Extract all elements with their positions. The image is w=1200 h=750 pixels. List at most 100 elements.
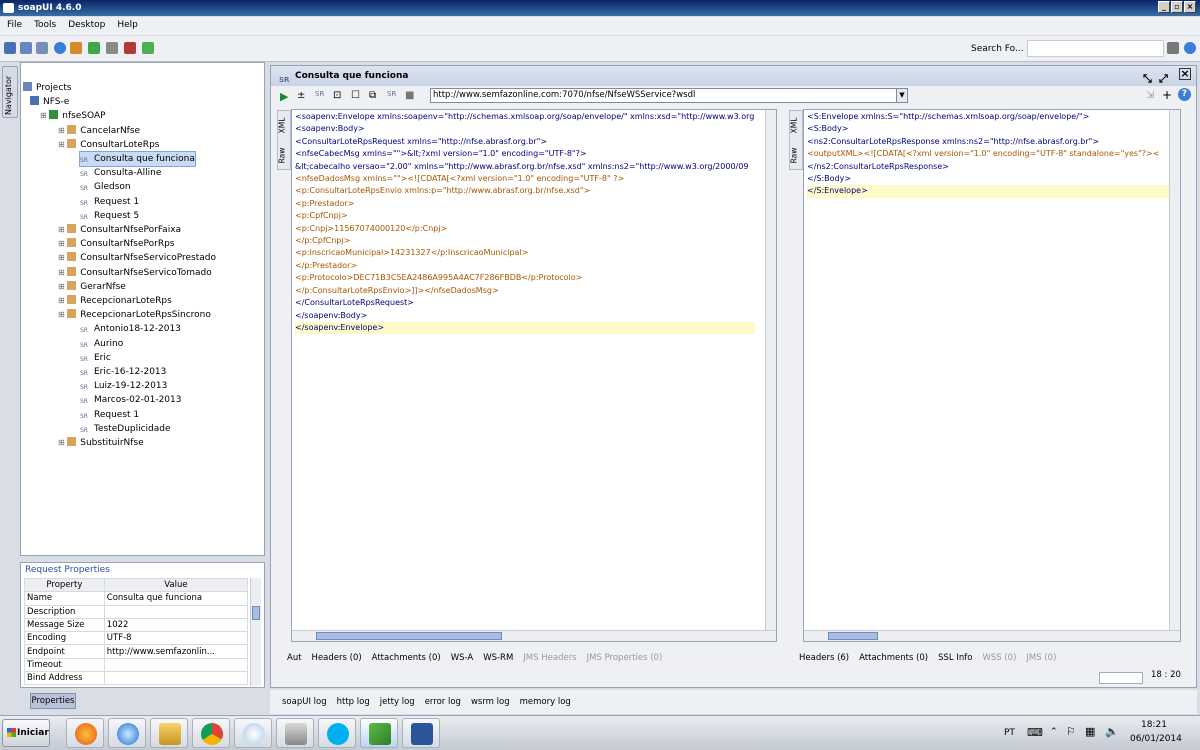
tree-item[interactable]: ⊞ nfseSOAP: [40, 109, 106, 123]
property-row[interactable]: Endpoint http://www.semfazonlin...: [24, 644, 249, 659]
tree-item[interactable]: ⊞ CancelarNfse: [58, 124, 140, 138]
property-row[interactable]: Timeout: [24, 657, 249, 673]
tree-item[interactable]: ⊞ ConsultarNfseServicoPrestado: [58, 251, 216, 265]
expand-icon[interactable]: ⊞: [58, 126, 67, 135]
tree-item[interactable]: SR Gledson: [80, 180, 131, 194]
response-xml-tab[interactable]: XML: [789, 118, 798, 134]
editor-tab[interactable]: WSS (0): [982, 653, 1016, 663]
keyboard-icon[interactable]: ⌨: [1027, 726, 1043, 739]
request-xml-tab[interactable]: XML: [277, 118, 286, 134]
tree-item[interactable]: SR Request 1: [80, 408, 139, 422]
trial-icon[interactable]: [70, 42, 82, 54]
response-xml-pane[interactable]: <S:Envelope xmlns:S="http://schemas.xmls…: [803, 109, 1181, 642]
tree-item[interactable]: ⊞ ConsultarNfsePorRps: [58, 237, 174, 251]
request-v-scrollbar[interactable]: [765, 110, 776, 630]
start-button[interactable]: Iniciar: [2, 719, 50, 747]
taskbar-ie[interactable]: [108, 718, 146, 748]
proxy-icon[interactable]: [124, 42, 136, 54]
editor-tab[interactable]: JMS Properties (0): [587, 653, 663, 663]
editor-tab[interactable]: Headers (0): [312, 653, 362, 663]
copy-icon[interactable]: ⧉: [369, 90, 376, 101]
tree-item[interactable]: ⊞ ConsultarLoteRps: [58, 138, 159, 152]
properties-button[interactable]: Properties: [30, 693, 76, 709]
tree-item[interactable]: Projects: [23, 81, 71, 95]
detach-icon[interactable]: ⤢: [1159, 69, 1168, 89]
expand-icon[interactable]: ⊞: [58, 438, 67, 447]
tree-item[interactable]: SR Consulta que funciona: [79, 151, 196, 167]
clone-request-icon[interactable]: SR: [315, 90, 324, 98]
expand-icon[interactable]: ⊞: [58, 225, 67, 234]
save-all-icon[interactable]: [36, 42, 48, 54]
network-icon[interactable]: ▦: [1085, 725, 1095, 738]
exit-icon[interactable]: [142, 42, 154, 54]
editor-tab[interactable]: WS-RM: [483, 653, 513, 663]
response-v-scrollbar[interactable]: [1169, 110, 1180, 630]
menu-file[interactable]: File: [0, 17, 27, 30]
expand-icon[interactable]: ⊞: [40, 111, 49, 120]
log-tab[interactable]: http log: [337, 697, 370, 707]
response-raw-tab[interactable]: Raw: [789, 148, 798, 164]
expand-icon[interactable]: ⊞: [58, 282, 67, 291]
property-value[interactable]: [103, 671, 249, 686]
tree-item[interactable]: SR Consulta-Alline: [80, 166, 161, 180]
endpoint-dropdown-icon[interactable]: ▼: [896, 89, 907, 102]
tree-item[interactable]: SR Request 1: [80, 195, 139, 209]
expand-icon[interactable]: ⊞: [58, 140, 67, 149]
expand-icon[interactable]: ⊞: [58, 253, 67, 262]
property-row[interactable]: Encoding UTF-8: [24, 631, 249, 646]
taskbar-firefox[interactable]: [66, 718, 104, 748]
property-value[interactable]: http://www.semfazonlin...: [103, 644, 249, 659]
property-value[interactable]: [103, 657, 249, 673]
property-row[interactable]: Description: [24, 604, 249, 619]
property-row[interactable]: Bind Address: [24, 671, 249, 686]
taskbar-soapui[interactable]: [360, 718, 398, 748]
tree-item[interactable]: NFS-e: [30, 95, 69, 109]
log-tab[interactable]: soapUI log: [282, 697, 327, 707]
menu-tools[interactable]: Tools: [27, 17, 61, 30]
property-value[interactable]: UTF-8: [103, 631, 249, 646]
taskbar-word[interactable]: [402, 718, 440, 748]
taskbar-tool[interactable]: [276, 718, 314, 748]
close-editor-icon[interactable]: ×: [1179, 68, 1191, 80]
properties-scrollbar[interactable]: [250, 578, 261, 686]
layout-icon[interactable]: ⊡: [333, 90, 341, 101]
tree-item[interactable]: SR Request 5: [80, 209, 139, 223]
add-icon[interactable]: +: [1162, 88, 1172, 102]
clock-time[interactable]: 18:21: [1141, 720, 1167, 730]
taskbar-explorer[interactable]: [150, 718, 188, 748]
flag-icon[interactable]: ⚐: [1066, 725, 1076, 738]
taskbar-gtalk[interactable]: [234, 718, 272, 748]
tree-item[interactable]: ⊞ RecepcionarLoteRps: [58, 294, 172, 308]
new-project-icon[interactable]: [4, 42, 16, 54]
tree-item[interactable]: ⊞ RecepcionarLoteRpsSincrono: [58, 308, 211, 322]
editor-tab[interactable]: JMS Headers: [523, 653, 576, 663]
log-tab[interactable]: wsrm log: [471, 697, 510, 707]
expand-icon[interactable]: ⊞: [58, 239, 67, 248]
tree-item[interactable]: ⊞ SubstituirNfse: [58, 436, 144, 450]
editor-tab[interactable]: WS-A: [451, 653, 474, 663]
request-settings-icon[interactable]: SR: [387, 90, 396, 98]
tree-item[interactable]: SR Luiz-19-12-2013: [80, 379, 167, 393]
add-assertion-icon[interactable]: ±: [297, 90, 305, 101]
tools-icon[interactable]: [106, 42, 118, 54]
menu-help[interactable]: Help: [110, 17, 143, 30]
editor-tab[interactable]: Aut: [287, 653, 302, 663]
tray-expand-icon[interactable]: ⌃: [1050, 727, 1058, 737]
property-value[interactable]: Consulta que funciona: [103, 591, 249, 606]
request-h-scrollbar[interactable]: [292, 630, 776, 641]
tree-item[interactable]: ⊞ ConsultarNfsePorFaixa: [58, 223, 181, 237]
expand-icon[interactable]: ⊞: [58, 310, 67, 319]
property-value[interactable]: [103, 604, 249, 619]
format-icon[interactable]: ⇲: [1146, 90, 1154, 101]
help-icon[interactable]: [1184, 42, 1196, 54]
editor-tab[interactable]: SSL Info: [938, 653, 972, 663]
log-tab[interactable]: memory log: [520, 697, 571, 707]
menu-desktop[interactable]: Desktop: [61, 17, 110, 30]
taskbar-chrome[interactable]: [192, 718, 230, 748]
property-row[interactable]: Name Consulta que funciona: [24, 591, 249, 606]
tree-item[interactable]: ⊞ GerarNfse: [58, 280, 126, 294]
import-project-icon[interactable]: [20, 42, 32, 54]
stop-icon[interactable]: ■: [405, 90, 414, 101]
tree-item[interactable]: ⊞ ConsultarNfseServicoTomado: [58, 266, 212, 280]
log-tab[interactable]: error log: [425, 697, 461, 707]
